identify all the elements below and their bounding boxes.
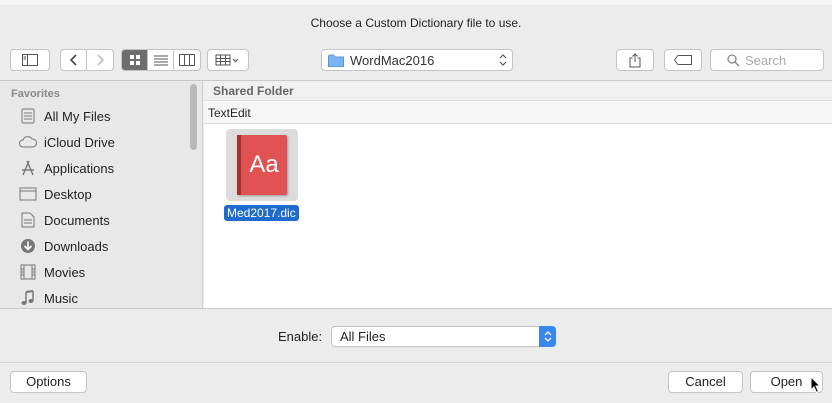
folder-header[interactable]: TextEdit	[204, 102, 832, 124]
back-forward-control	[60, 49, 114, 71]
tags-button[interactable]	[664, 49, 702, 71]
window-top-edge	[0, 0, 832, 5]
cancel-button[interactable]: Cancel	[668, 371, 743, 393]
search-field[interactable]: Search	[710, 49, 824, 71]
enable-select[interactable]: All Files	[331, 326, 556, 347]
dialog-title: Choose a Custom Dictionary file to use.	[310, 16, 522, 30]
sidebar-section-favorites: Favorites	[11, 88, 60, 100]
icon-view-button[interactable]	[122, 50, 148, 70]
grid-icon	[129, 55, 140, 65]
enable-row: Enable: All Files	[0, 309, 832, 363]
arrange-button[interactable]	[207, 49, 249, 71]
downloads-icon	[18, 237, 38, 255]
sidebar-item-label: iCloud Drive	[44, 134, 115, 150]
forward-button[interactable]	[87, 50, 113, 70]
sidebar-icon	[22, 54, 38, 66]
file-icon-text: Aa	[249, 151, 279, 178]
sidebar-item-label: Documents	[44, 212, 110, 228]
location-popup[interactable]: WordMac2016	[321, 49, 513, 71]
sidebar-scrollbar[interactable]	[190, 84, 197, 150]
file-name: Med2017.dic	[224, 205, 299, 221]
music-icon	[18, 289, 38, 307]
sidebar-toggle-button[interactable]	[10, 49, 50, 71]
file-thumbnail: Aa	[226, 129, 298, 201]
footer-divider	[0, 362, 832, 363]
column-view-button[interactable]	[174, 50, 200, 70]
sidebar-item-label: Applications	[44, 160, 115, 176]
mouse-cursor-icon	[810, 376, 822, 394]
sidebar-item-label: Movies	[44, 264, 86, 280]
sidebar-item-applications[interactable]: Applications	[18, 157, 114, 179]
popup-arrows-icon	[499, 54, 507, 66]
columns-icon	[179, 54, 195, 66]
tag-icon	[674, 55, 692, 65]
options-button[interactable]: Options	[10, 371, 87, 393]
file-item[interactable]: Aa Med2017.dic	[224, 129, 304, 221]
list-view-button[interactable]	[148, 50, 174, 70]
sidebar: Favorites All My Files iCloud Drive Appl…	[0, 81, 203, 308]
sidebar-item-documents[interactable]: Documents	[18, 209, 110, 231]
sidebar-item-label: Music	[44, 290, 78, 306]
cloud-icon	[18, 133, 38, 151]
select-stepper-icon	[539, 326, 556, 347]
dictionary-file-icon: Aa	[237, 135, 287, 195]
chevron-right-icon	[97, 54, 104, 66]
sidebar-item-all-my-files[interactable]: All My Files	[18, 105, 110, 127]
enable-label: Enable:	[278, 329, 323, 344]
folder-icon	[328, 54, 344, 67]
location-label: WordMac2016	[350, 52, 435, 68]
movies-icon	[18, 263, 38, 281]
arrange-icon	[215, 54, 239, 66]
open-file-dialog: Choose a Custom Dictionary file to use. …	[0, 0, 832, 403]
sidebar-item-label: All My Files	[44, 108, 111, 124]
toolbar: WordMac2016 Search	[0, 42, 832, 78]
all-files-icon	[18, 107, 38, 125]
sidebar-item-movies[interactable]: Movies	[18, 261, 85, 283]
enable-select-value: All Files	[340, 329, 386, 344]
search-icon	[727, 53, 740, 66]
sidebar-item-icloud-drive[interactable]: iCloud Drive	[18, 131, 115, 153]
sidebar-item-downloads[interactable]: Downloads	[18, 235, 108, 257]
group-header: Shared Folder	[204, 81, 832, 101]
sidebar-item-label: Desktop	[44, 186, 92, 202]
share-icon	[629, 52, 641, 67]
search-placeholder: Search	[745, 52, 787, 68]
file-browser: Shared Folder TextEdit Aa Med2017.dic	[204, 81, 832, 308]
share-button[interactable]	[616, 49, 654, 71]
applications-icon	[18, 159, 38, 177]
sidebar-item-label: Downloads	[44, 238, 109, 254]
sidebar-item-desktop[interactable]: Desktop	[18, 183, 92, 205]
documents-icon	[18, 211, 38, 229]
sidebar-item-music[interactable]: Music	[18, 287, 78, 308]
back-button[interactable]	[61, 50, 87, 70]
chevron-left-icon	[69, 54, 77, 66]
view-mode-control	[121, 49, 201, 71]
desktop-icon	[18, 185, 38, 203]
list-icon	[153, 55, 168, 65]
